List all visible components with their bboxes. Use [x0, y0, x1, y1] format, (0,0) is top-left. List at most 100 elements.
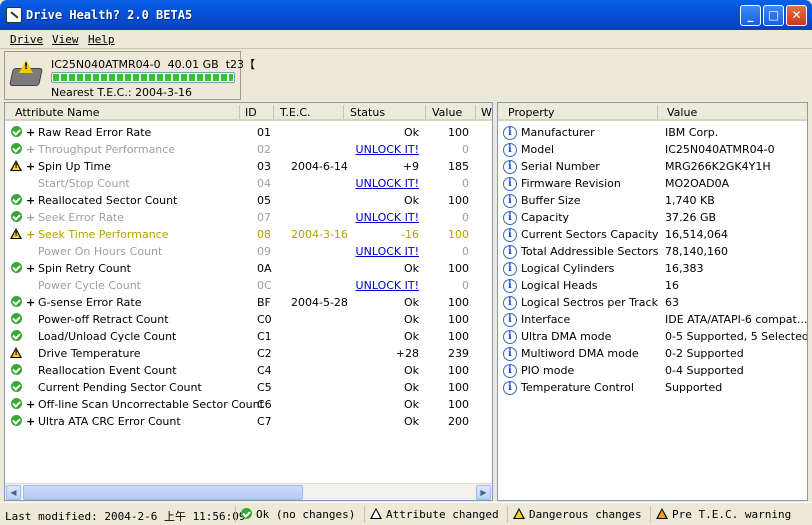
- scroll-right-button[interactable]: ▶: [476, 485, 491, 500]
- attribute-row[interactable]: Power Cycle Count 0C UNLOCK IT! 0: [5, 277, 492, 294]
- property-row[interactable]: Logical Cylinders 16,383: [498, 260, 807, 277]
- attribute-row[interactable]: Power-off Retract Count C0 Ok 100: [5, 311, 492, 328]
- property-name: Serial Number: [521, 160, 600, 173]
- attribute-row[interactable]: Drive Temperature C2 +28 239: [5, 345, 492, 362]
- attribute-status: Ok: [403, 194, 419, 207]
- expand-plus[interactable]: +: [26, 398, 35, 411]
- warning-icon: [10, 228, 22, 239]
- property-row[interactable]: Manufacturer IBM Corp.: [498, 124, 807, 141]
- unlock-link[interactable]: UNLOCK IT!: [356, 143, 419, 156]
- expand-plus[interactable]: +: [26, 296, 35, 309]
- property-name: Logical Heads: [521, 279, 598, 292]
- property-row[interactable]: Multiword DMA mode 0-2 Supported: [498, 345, 807, 362]
- property-name: Buffer Size: [521, 194, 581, 207]
- col-tec[interactable]: T.E.C.: [280, 106, 311, 119]
- attribute-row[interactable]: + Seek Error Rate 07 UNLOCK IT! 0: [5, 209, 492, 226]
- property-value: 0-2 Supported: [665, 347, 744, 360]
- attribute-id: 04: [257, 177, 271, 190]
- attribute-value: 100: [448, 228, 469, 241]
- attribute-row[interactable]: Load/Unload Cycle Count C1 Ok 100: [5, 328, 492, 345]
- menu-drive[interactable]: Drive: [10, 33, 43, 46]
- attribute-id: 09: [257, 245, 271, 258]
- property-name: Model: [521, 143, 555, 156]
- attribute-value: 100: [448, 330, 469, 343]
- attribute-row[interactable]: Start/Stop Count 04 UNLOCK IT! 0: [5, 175, 492, 192]
- horizontal-scrollbar[interactable]: ◀ ▶: [5, 483, 492, 500]
- menu-help[interactable]: Help: [88, 33, 115, 46]
- attribute-value: 100: [448, 364, 469, 377]
- menu-view[interactable]: View: [52, 33, 79, 46]
- expand-plus[interactable]: +: [26, 228, 35, 241]
- warning-icon: [10, 347, 22, 358]
- drive-summary[interactable]: IC25N040ATMR04-0 40.01 GB t23【 Nearest T…: [4, 51, 255, 100]
- attribute-row[interactable]: + Ultra ATA CRC Error Count C7 Ok 200: [5, 413, 492, 430]
- property-row[interactable]: Ultra DMA mode 0-5 Supported, 5 Selected: [498, 328, 807, 345]
- property-row[interactable]: Serial Number MRG266K2GK4Y1H: [498, 158, 807, 175]
- expand-plus[interactable]: +: [26, 211, 35, 224]
- scroll-left-button[interactable]: ◀: [6, 485, 21, 500]
- info-icon: [503, 279, 517, 293]
- attributes-list[interactable]: Attribute Name ID T.E.C. Status Value W …: [4, 102, 493, 501]
- property-row[interactable]: Logical Heads 16: [498, 277, 807, 294]
- expand-plus[interactable]: +: [26, 262, 35, 275]
- expand-plus[interactable]: +: [26, 194, 35, 207]
- unlock-link[interactable]: UNLOCK IT!: [356, 177, 419, 190]
- property-row[interactable]: Logical Sectros per Track 63: [498, 294, 807, 311]
- property-name: Firmware Revision: [521, 177, 621, 190]
- property-row[interactable]: Model IC25N040ATMR04-0: [498, 141, 807, 158]
- col-property[interactable]: Property: [508, 106, 555, 119]
- minimize-button[interactable]: _: [740, 5, 761, 26]
- col-w[interactable]: W: [481, 106, 492, 119]
- attribute-status: +9: [402, 160, 419, 173]
- property-row[interactable]: Firmware Revision MO2OAD0A: [498, 175, 807, 192]
- col-value[interactable]: Value: [432, 106, 462, 119]
- ok-check-icon: [11, 296, 22, 307]
- property-row[interactable]: Capacity 37.26 GB: [498, 209, 807, 226]
- expand-plus[interactable]: +: [26, 160, 35, 173]
- attribute-status: Ok: [403, 415, 419, 428]
- unlock-link[interactable]: UNLOCK IT!: [356, 279, 419, 292]
- info-icon: [503, 347, 517, 361]
- attribute-status: +28: [395, 347, 419, 360]
- property-value: IDE ATA/ATAPI-6 compat...: [665, 313, 808, 326]
- attribute-row[interactable]: + Throughput Performance 02 UNLOCK IT! 0: [5, 141, 492, 158]
- attribute-row[interactable]: + G-sense Error Rate BF 2004-5-28 Ok 100: [5, 294, 492, 311]
- col-id[interactable]: ID: [245, 106, 257, 119]
- property-row[interactable]: Current Sectors Capacity 16,514,064: [498, 226, 807, 243]
- close-button[interactable]: ✕: [786, 5, 807, 26]
- attribute-row[interactable]: Reallocation Event Count C4 Ok 100: [5, 362, 492, 379]
- attribute-name: Reallocation Event Count: [38, 364, 177, 377]
- properties-list[interactable]: Property Value Manufacturer IBM Corp. Mode…: [497, 102, 808, 501]
- expand-plus[interactable]: +: [26, 415, 35, 428]
- attribute-row[interactable]: + Reallocated Sector Count 05 Ok 100: [5, 192, 492, 209]
- attribute-row[interactable]: + Off-line Scan Uncorrectable Sector Coun…: [5, 396, 492, 413]
- property-name: Logical Sectros per Track: [521, 296, 658, 309]
- property-value: 16,514,064: [665, 228, 728, 241]
- scroll-thumb[interactable]: [23, 485, 303, 500]
- property-row[interactable]: Temperature Control Supported: [498, 379, 807, 396]
- col-attribute-name[interactable]: Attribute Name: [15, 106, 100, 119]
- expand-plus[interactable]: +: [26, 126, 35, 139]
- expand-plus[interactable]: +: [26, 143, 35, 156]
- col-property-value[interactable]: Value: [667, 106, 697, 119]
- col-status[interactable]: Status: [350, 106, 385, 119]
- attribute-row[interactable]: + Spin Retry Count 0A Ok 100: [5, 260, 492, 277]
- nearest-tec: Nearest T.E.C.: 2004-3-16: [51, 86, 192, 99]
- attribute-row[interactable]: +Seek Time Performance 08 2004-3-16 -16 100: [5, 226, 492, 243]
- unlock-link[interactable]: UNLOCK IT!: [356, 211, 419, 224]
- property-row[interactable]: Interface IDE ATA/ATAPI-6 compat...: [498, 311, 807, 328]
- property-name: Interface: [521, 313, 571, 326]
- property-value: Supported: [665, 381, 723, 394]
- property-row[interactable]: Total Addressible Sectors 78,140,160: [498, 243, 807, 260]
- property-row[interactable]: PIO mode 0-4 Supported: [498, 362, 807, 379]
- property-row[interactable]: Buffer Size 1,740 KB: [498, 192, 807, 209]
- info-icon: [503, 330, 517, 344]
- menu-bar: Drive View Help: [0, 30, 812, 49]
- attribute-row[interactable]: + Raw Read Error Rate 01 Ok 100: [5, 124, 492, 141]
- app-icon[interactable]: [6, 7, 22, 23]
- attribute-row[interactable]: Current Pending Sector Count C5 Ok 100: [5, 379, 492, 396]
- attribute-row[interactable]: Power On Hours Count 09 UNLOCK IT! 0: [5, 243, 492, 260]
- attribute-row[interactable]: +Spin Up Time 03 2004-6-14 +9 185: [5, 158, 492, 175]
- unlock-link[interactable]: UNLOCK IT!: [356, 245, 419, 258]
- maximize-button[interactable]: □: [763, 5, 784, 26]
